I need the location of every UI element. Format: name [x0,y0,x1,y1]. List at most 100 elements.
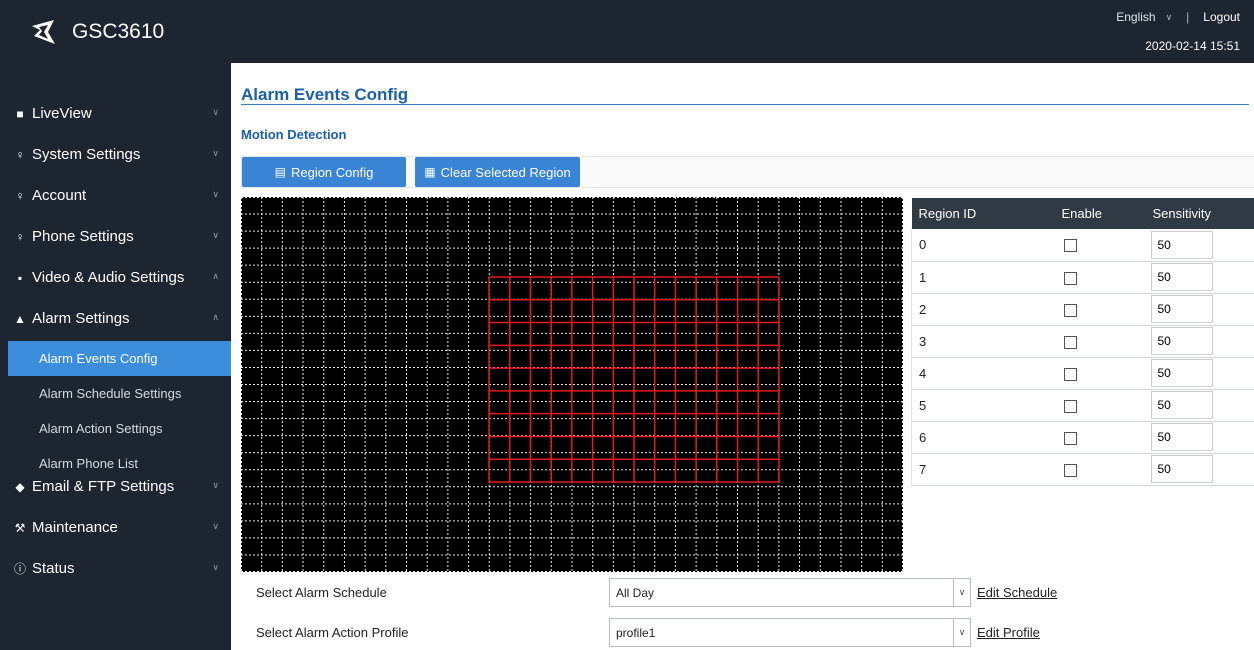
motion-grid-canvas[interactable] [241,197,903,572]
schedule-label: Select Alarm Schedule [256,585,387,600]
sidebar-subitem-alarm-phone-list[interactable]: Alarm Phone List [8,446,231,481]
sidebar-item-label: Account [32,187,87,204]
chevron-down-icon[interactable]: ∨ [953,579,970,606]
chevron-down-icon[interactable]: ∨ [212,107,219,118]
logout-link[interactable]: Logout [1203,10,1240,24]
enable-cell [1061,293,1147,326]
top-right-panel: English ∨ | Logout 2020-02-14 15:51 [1116,10,1240,53]
region-id-cell: 3 [911,325,1062,358]
clear-region-label: Clear Selected Region [440,164,571,180]
grandstream-logo-icon [32,20,55,44]
info-icon: ⓘ [13,562,26,576]
table-row: 4 [911,357,1254,390]
chevron-down-icon[interactable]: ∨ [212,521,219,532]
enable-checkbox[interactable] [1063,431,1077,445]
bell-icon: ▲ [14,311,26,326]
toolbar: ▤ Region Config ▦ Clear Selected Region [241,156,1254,188]
section-title: Motion Detection [241,127,347,142]
sidebar-item-alarm-settings[interactable]: ▲ Alarm Settings ∧ [8,298,231,339]
sidebar-item-label: Status [32,560,75,577]
grid-icon: ▤ [274,165,286,179]
enable-checkbox[interactable] [1063,271,1077,285]
chevron-down-icon[interactable]: ∨ [1166,12,1173,23]
sensitivity-input[interactable] [1150,295,1213,323]
sidebar-item-label: Maintenance [32,519,118,536]
current-datetime: 2020-02-14 15:51 [1145,39,1240,53]
table-row: 3 [911,325,1254,358]
chevron-down-icon[interactable]: ∨ [212,562,219,573]
sensitivity-input[interactable] [1150,327,1213,355]
sidebar-item-status[interactable]: ⓘ Status ∨ [8,548,231,589]
column-header-enable: Enable [1061,198,1147,229]
camera-icon: ▪ [17,270,23,285]
region-table: Region ID Enable Sensitivity 01234567 [911,198,1254,486]
chevron-down-icon[interactable]: ∨ [212,189,219,200]
device-model-title: GSC3610 [72,20,165,43]
sensitivity-cell [1146,453,1254,486]
enable-checkbox[interactable] [1063,399,1077,413]
sensitivity-input[interactable] [1150,230,1213,259]
enable-checkbox[interactable] [1063,367,1077,381]
motion-detection-grid[interactable] [241,197,903,572]
region-config-button[interactable]: ▤ Region Config [242,157,406,187]
sensitivity-cell [1146,293,1254,326]
region-id-cell: 2 [911,293,1062,326]
enable-cell [1061,421,1147,454]
sidebar-item-account[interactable]: ♀ Account ∨ [8,175,231,216]
action-profile-label: Select Alarm Action Profile [256,625,409,640]
table-row: 6 [911,421,1254,454]
enable-checkbox[interactable] [1063,463,1077,477]
sidebar-subitem-alarm-schedule-settings[interactable]: Alarm Schedule Settings [8,376,231,411]
chevron-down-icon[interactable]: ∨ [212,230,219,241]
sidebar-subitem-alarm-events-config[interactable]: Alarm Events Config [8,341,231,376]
sensitivity-input[interactable] [1150,391,1213,419]
sidebar-item-label: LiveView [32,105,92,122]
sidebar-item-label: Video & Audio Settings [32,269,185,286]
edit-schedule-link[interactable]: Edit Schedule [977,585,1057,600]
key-icon: ♀ [15,229,25,244]
region-id-cell: 4 [911,357,1062,390]
sensitivity-cell [1146,229,1254,262]
chevron-down-icon[interactable]: ∨ [212,148,219,159]
schedule-select-value: All Day [616,585,655,600]
column-header-region-id: Region ID [911,198,1062,229]
language-select[interactable]: English [1116,10,1155,24]
enable-checkbox[interactable] [1063,335,1077,349]
action-profile-select-value: profile1 [616,625,656,640]
chevron-down-icon[interactable]: ∨ [953,619,970,646]
enable-checkbox[interactable] [1063,303,1077,317]
key-icon: ♀ [15,147,25,162]
sensitivity-cell [1146,357,1254,390]
action-profile-select[interactable]: profile1 ∨ [609,618,971,647]
sidebar-item-label: Phone Settings [32,228,134,245]
edit-profile-link[interactable]: Edit Profile [977,625,1040,640]
clear-region-button[interactable]: ▦ Clear Selected Region [415,157,580,187]
sidebar-subitem-alarm-action-settings[interactable]: Alarm Action Settings [8,411,231,446]
region-id-cell: 0 [911,229,1062,262]
region-table-header: Region ID Enable Sensitivity [911,198,1254,229]
title-divider [241,104,1249,105]
chevron-up-icon[interactable]: ∧ [212,312,219,323]
sensitivity-input[interactable] [1150,359,1213,387]
schedule-select[interactable]: All Day ∨ [609,578,971,607]
sidebar-item-system-settings[interactable]: ♀ System Settings ∨ [8,134,231,175]
chevron-down-icon[interactable]: ∨ [212,480,219,491]
top-bar: GSC3610 English ∨ | Logout 2020-02-14 15… [0,0,1254,63]
sensitivity-input[interactable] [1150,263,1213,291]
chevron-up-icon[interactable]: ∧ [212,271,219,282]
sensitivity-input[interactable] [1150,455,1213,483]
enable-checkbox[interactable] [1063,239,1077,253]
table-row: 0 [911,229,1254,262]
region-id-cell: 5 [911,389,1062,422]
sidebar-item-maintenance[interactable]: ⚒ Maintenance ∨ [8,507,231,548]
sensitivity-input[interactable] [1150,423,1213,451]
enable-cell [1061,389,1147,422]
sensitivity-cell [1146,325,1254,358]
table-row: 1 [911,261,1254,294]
enable-cell [1061,261,1147,294]
key-icon: ♀ [15,188,25,203]
sidebar-item-liveview[interactable]: ■ LiveView ∨ [8,93,231,134]
table-row: 5 [911,389,1254,422]
sidebar-item-video-audio-settings[interactable]: ▪ Video & Audio Settings ∧ [8,257,231,298]
sidebar-item-phone-settings[interactable]: ♀ Phone Settings ∨ [8,216,231,257]
